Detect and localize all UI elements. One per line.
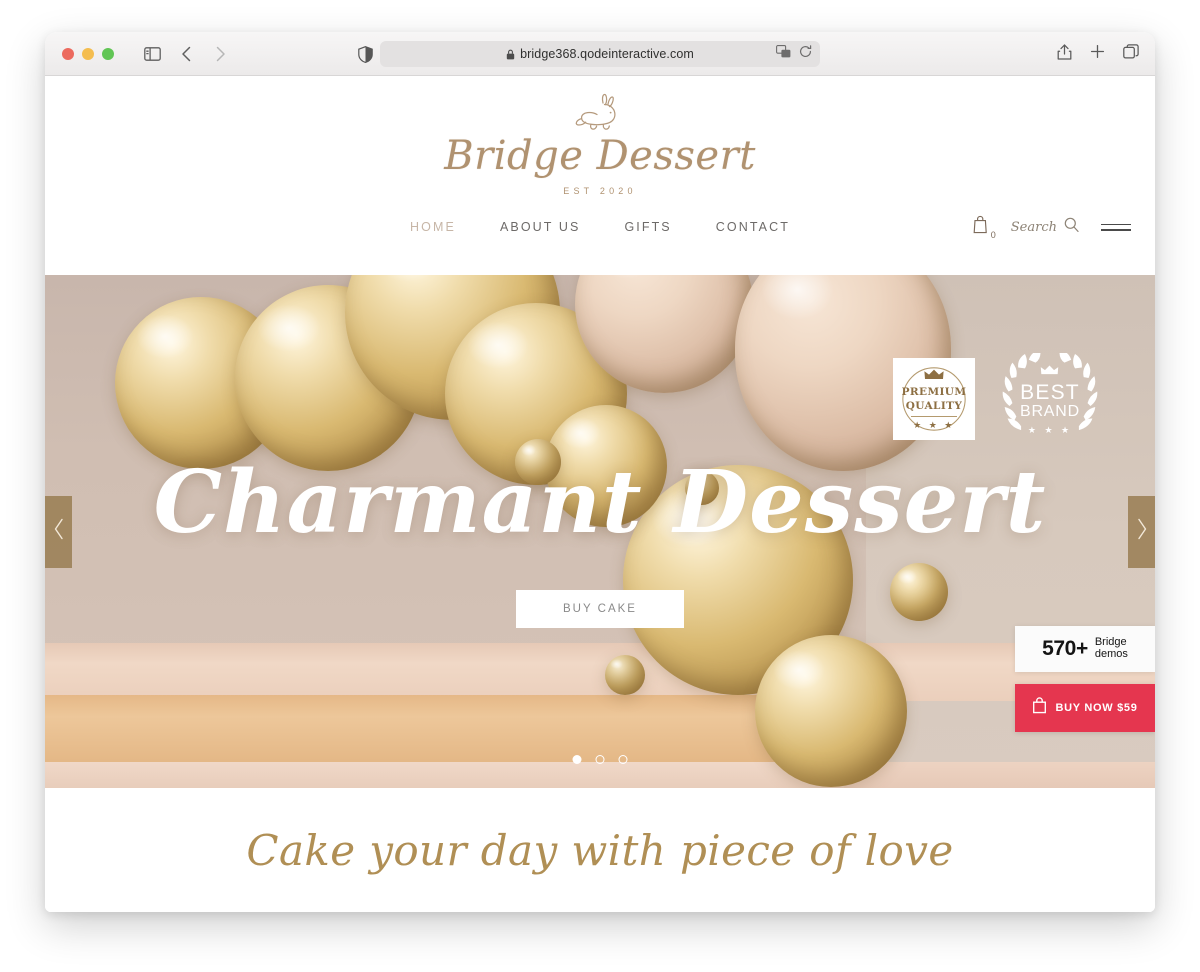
search-button[interactable]: Search [1011,217,1079,237]
badge-line-2: BRAND [1019,403,1080,421]
address-bar-field[interactable]: bridge368.qodeinteractive.com 文 [380,41,820,67]
nav-links: HOME ABOUT US GIFTS CONTACT [410,220,790,234]
minimize-window-button[interactable] [82,47,94,60]
back-chevron-icon[interactable] [172,41,200,67]
address-bar[interactable]: bridge368.qodeinteractive.com 文 [380,41,820,67]
website-viewport: Bridge Dessert EST 2020 HOME ABOUT US GI… [45,76,1155,912]
slider-pagination [572,755,628,764]
nav-item-home[interactable]: HOME [410,220,456,234]
slider-dot-1[interactable] [572,755,582,764]
established-text: EST 2020 [563,186,637,196]
privacy-shield-icon[interactable] [358,46,373,68]
badge-stars: ★ ★ ★ [1027,424,1073,435]
plus-icon[interactable] [1090,44,1105,64]
buy-now-button[interactable]: BUY NOW $59 [1015,684,1155,732]
magnifier-icon [1064,217,1079,237]
hero-badges: PREMIUM QUALITY ★ ★ ★ BEST BRAND ★ ★ ★ [893,353,1103,445]
badge-divider [911,415,957,417]
browser-window: bridge368.qodeinteractive.com 文 Bridge D… [45,32,1155,912]
crown-icon [1040,362,1059,380]
badge-line-1: PREMIUM [901,386,967,399]
address-bar-actions: 文 [776,45,812,63]
brand-name: Bridge Dessert [444,133,756,179]
hero-title: Charmant Dessert [153,452,1047,553]
shopping-bag-icon [973,215,989,239]
search-label: Search [1010,219,1057,235]
premium-quality-badge: PREMIUM QUALITY ★ ★ ★ [893,358,975,440]
tagline-text: Cake your day with piece of love [246,825,954,875]
slider-next-button[interactable] [1128,495,1155,568]
cart-button[interactable]: 0 [973,215,996,240]
badge-line-1: BEST [1020,381,1080,405]
buy-now-label: BUY NOW $59 [1055,702,1138,714]
chevron-right-icon [1136,518,1148,545]
screenshot-root: bridge368.qodeinteractive.com 文 Bridge D… [0,0,1200,972]
sidebar-toggle-icon[interactable] [138,41,166,67]
site-logo[interactable]: Bridge Dessert EST 2020 [444,93,756,196]
crown-icon [924,367,944,385]
reload-icon[interactable] [799,45,812,63]
nav-item-gifts[interactable]: GIFTS [624,220,671,234]
best-brand-badge: BEST BRAND ★ ★ ★ [997,353,1103,445]
url-text: bridge368.qodeinteractive.com [520,47,694,61]
site-header: Bridge Dessert EST 2020 HOME ABOUT US GI… [45,76,1155,275]
nav-item-about-us[interactable]: ABOUT US [500,220,580,234]
navigation-controls [138,41,234,67]
shopping-bag-icon [1032,697,1047,719]
badge-line-2: QUALITY [905,399,963,412]
tab-overview-icon[interactable] [1123,44,1139,64]
translate-icon[interactable]: 文 [776,45,791,63]
tagline-section: Cake your day with piece of love [45,788,1155,912]
nav-item-contact[interactable]: CONTACT [716,220,790,234]
rabbit-icon [573,93,627,138]
buy-cake-button[interactable]: BUY CAKE [516,590,684,628]
main-navigation: HOME ABOUT US GIFTS CONTACT 0 Search [45,204,1155,250]
hero-content: PREMIUM QUALITY ★ ★ ★ BEST BRAND ★ ★ ★ C… [45,275,1155,788]
window-controls [62,47,114,60]
share-icon[interactable] [1057,43,1072,65]
svg-text:文: 文 [783,50,789,58]
forward-chevron-icon[interactable] [206,41,234,67]
header-utilities: 0 Search [973,215,1131,240]
floating-widgets: 570+ Bridge demos BUY NOW $59 [1015,626,1155,732]
slider-prev-button[interactable] [45,495,72,568]
toolbar-right-actions [1057,32,1139,76]
cart-count: 0 [990,230,996,240]
zoom-window-button[interactable] [102,47,114,60]
hamburger-menu-icon[interactable] [1101,223,1131,231]
demo-label: Bridge demos [1094,636,1128,660]
slider-dot-2[interactable] [595,755,605,764]
slider-dot-3[interactable] [618,755,628,764]
badge-stars: ★ ★ ★ [913,419,955,430]
close-window-button[interactable] [62,47,74,60]
browser-toolbar: bridge368.qodeinteractive.com 文 [45,32,1155,76]
chevron-left-icon [53,518,65,545]
lock-icon [506,49,515,60]
hero-slider: PREMIUM QUALITY ★ ★ ★ BEST BRAND ★ ★ ★ C… [45,275,1155,788]
demo-count: 570+ [1042,637,1088,660]
bridge-demos-widget[interactable]: 570+ Bridge demos [1015,626,1155,672]
